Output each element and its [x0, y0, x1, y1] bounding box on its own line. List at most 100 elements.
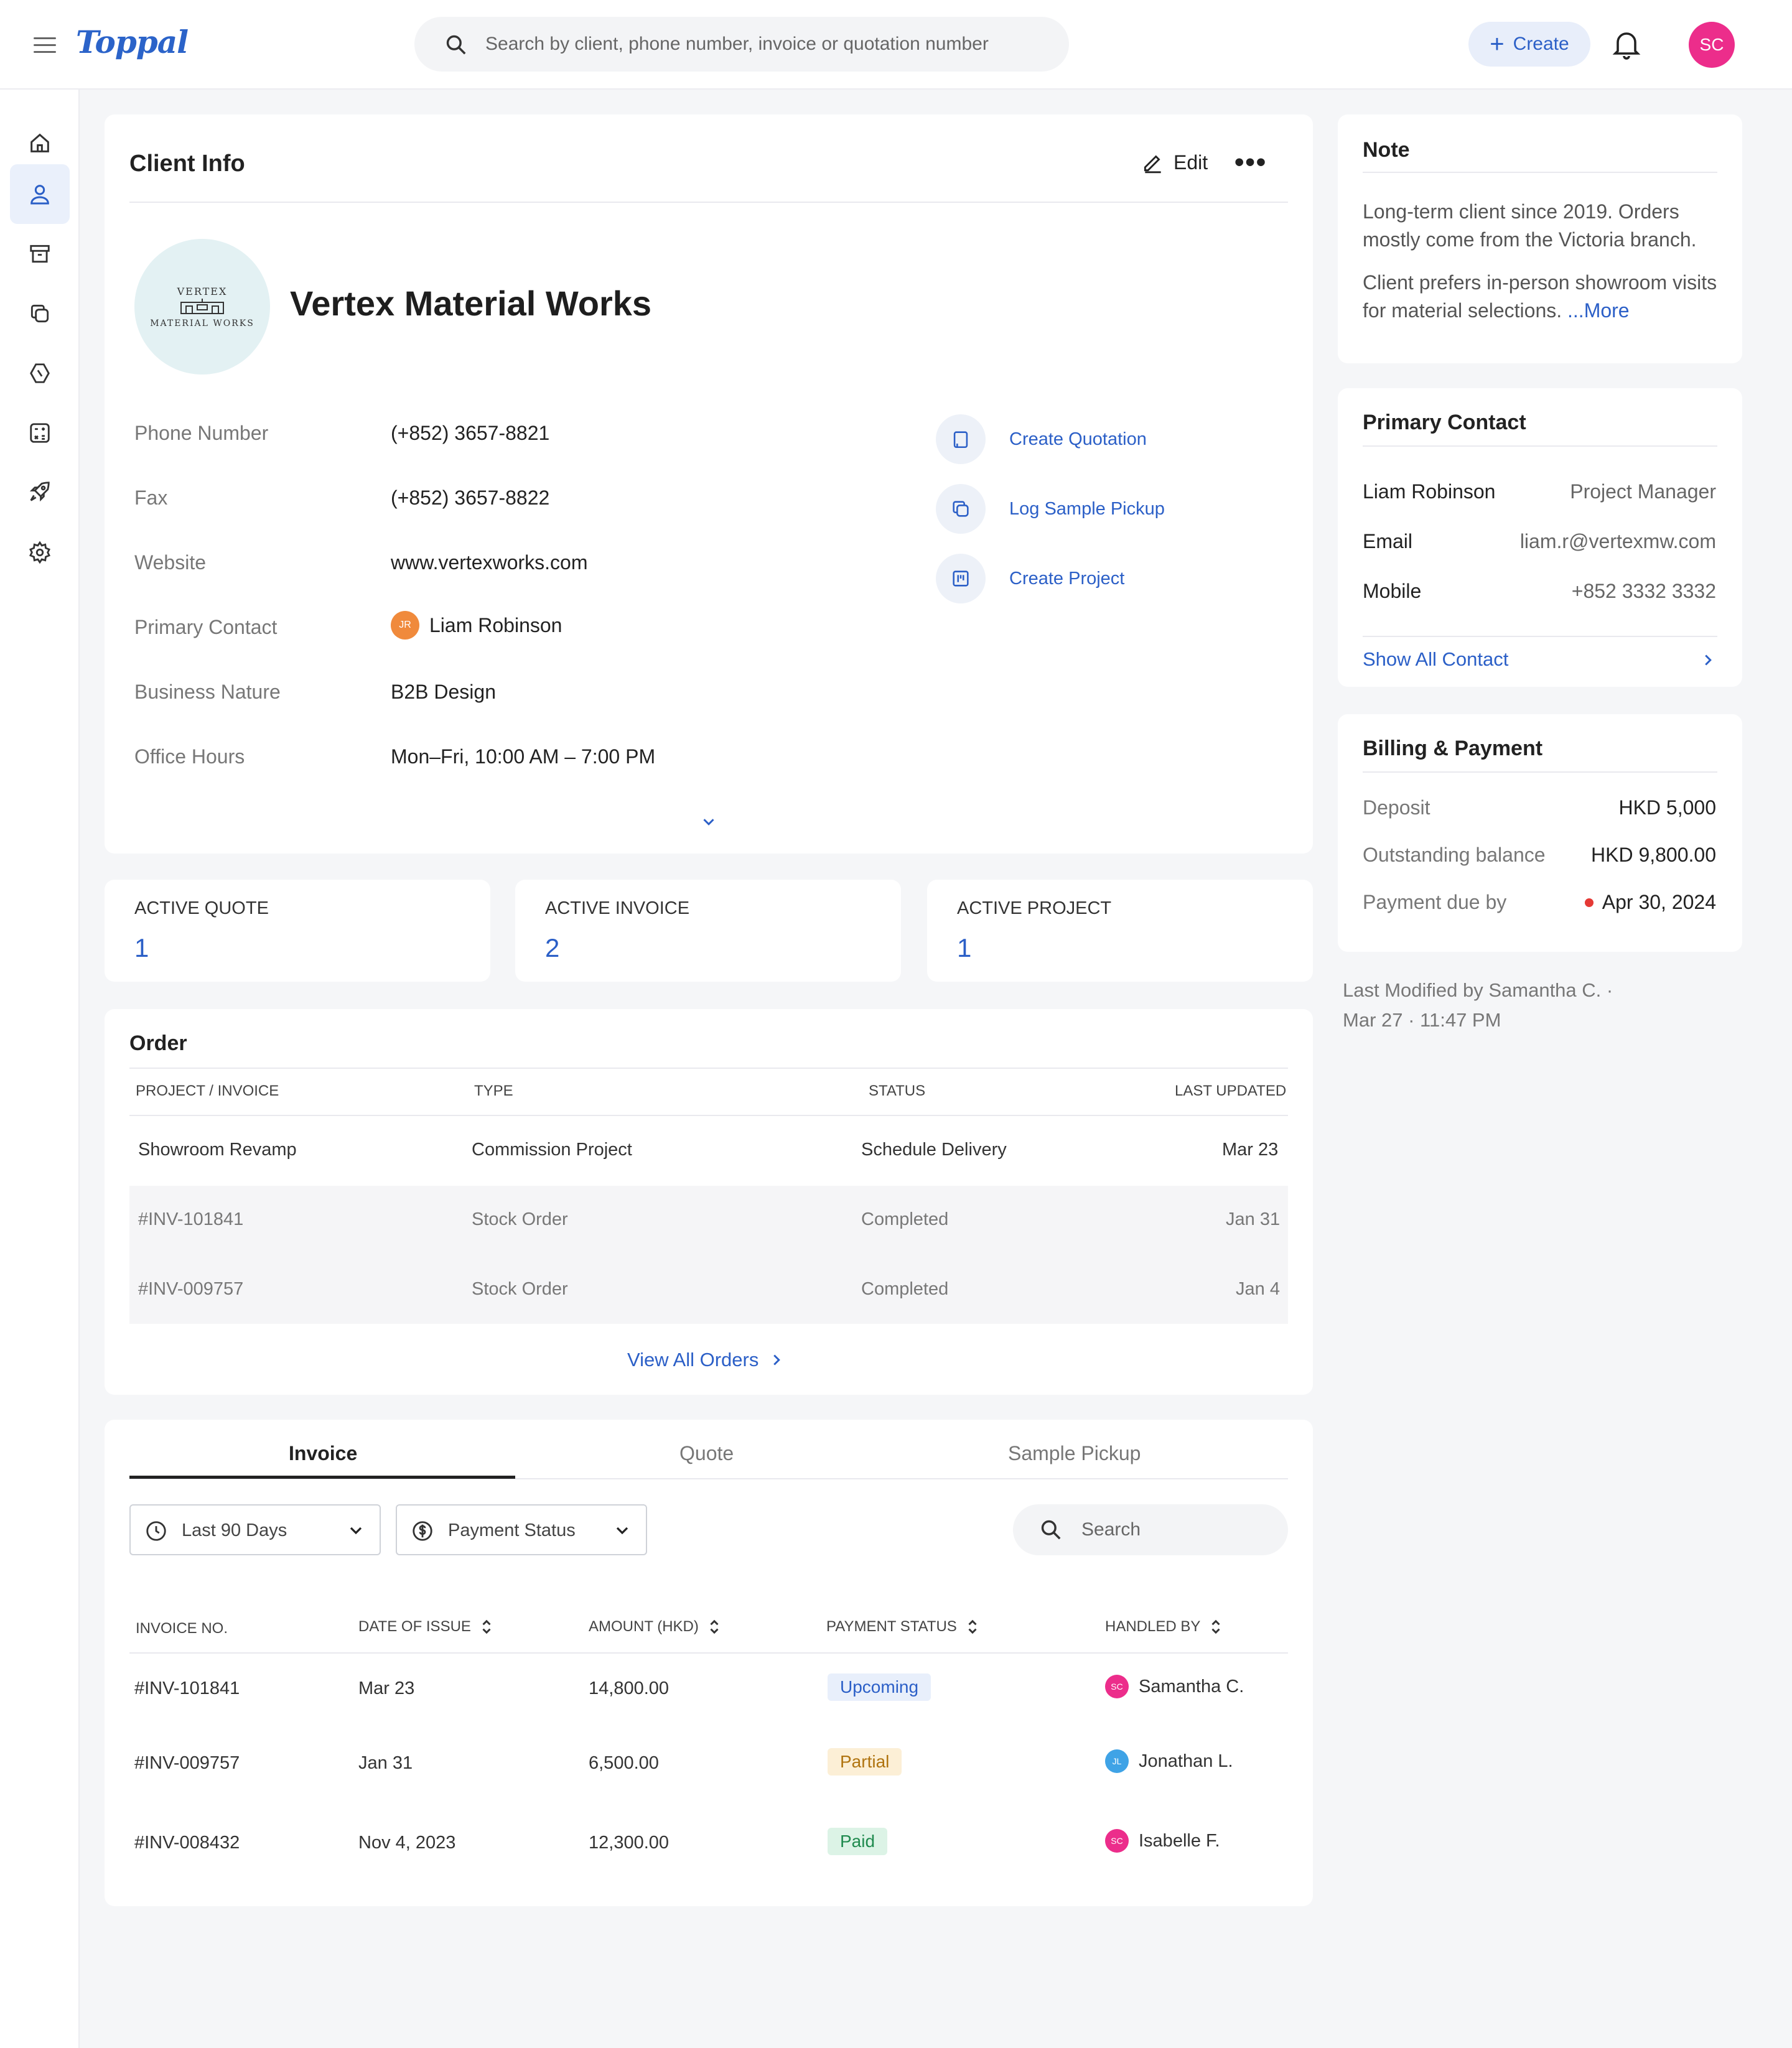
log-sample-pickup-label: Log Sample Pickup: [1009, 498, 1165, 519]
clock-icon: [146, 1521, 166, 1541]
home-icon: [30, 133, 49, 152]
building-icon: [180, 298, 224, 314]
stat-card-invoice[interactable]: [515, 880, 901, 982]
column-header: TYPE: [474, 1082, 513, 1099]
column-header: PAYMENT STATUS: [826, 1618, 957, 1635]
primary-contact-link[interactable]: JR Liam Robinson: [391, 611, 562, 640]
order-cell: Commission Project: [472, 1140, 632, 1160]
website-link[interactable]: www.vertexworks.com: [391, 551, 588, 574]
note-text: Client prefers in-person showroom visits…: [1363, 271, 1717, 322]
contact-role: Project Manager: [1570, 480, 1716, 503]
handler: JL Jonathan L.: [1105, 1749, 1233, 1773]
sidebar-item-launch[interactable]: [10, 462, 70, 521]
create-button[interactable]: + Create: [1468, 22, 1590, 67]
sidebar-item-calculator[interactable]: [10, 403, 70, 463]
payment-status-dropdown[interactable]: Payment Status: [396, 1504, 647, 1555]
field-label: Business Nature: [134, 681, 281, 703]
show-all-contact-link[interactable]: Show All Contact: [1363, 648, 1717, 676]
table-row[interactable]: [129, 1186, 1288, 1254]
divider: [129, 202, 1288, 203]
sort-amount-button[interactable]: AMOUNT (HKD): [589, 1617, 721, 1636]
menu-icon[interactable]: [32, 32, 57, 57]
order-cell: Jan 31: [1226, 1209, 1281, 1229]
invoice-search-input[interactable]: [1081, 1514, 1268, 1545]
avatar: SC: [1105, 1829, 1129, 1853]
note-more-link[interactable]: ...More: [1567, 299, 1630, 322]
sidebar-item-clients[interactable]: [10, 164, 70, 224]
invoice-date: Mar 23: [358, 1678, 415, 1698]
tab-sample-pickup[interactable]: Sample Pickup: [1008, 1442, 1141, 1465]
create-project-button[interactable]: Create Project: [936, 554, 1124, 603]
invoice-search[interactable]: [1013, 1504, 1288, 1555]
invoice-number: #INV-101841: [134, 1678, 240, 1698]
log-sample-pickup-button[interactable]: Log Sample Pickup: [936, 484, 1165, 534]
avatar: SC: [1105, 1675, 1129, 1698]
sidebar-item-tags[interactable]: [10, 343, 70, 403]
sort-date-button[interactable]: DATE OF ISSUE: [358, 1617, 493, 1636]
order-cell: Stock Order: [472, 1209, 568, 1229]
sidebar-item-documents[interactable]: [10, 284, 70, 343]
payment-status-value: Payment Status: [448, 1520, 576, 1540]
business-nature-value: B2B Design: [391, 681, 496, 703]
sort-status-button[interactable]: PAYMENT STATUS: [826, 1617, 979, 1636]
overdue-dot: [1584, 898, 1594, 907]
contact-email[interactable]: liam.r@vertexmw.com: [1520, 530, 1716, 553]
status-badge: Partial: [828, 1748, 902, 1776]
office-hours-value: Mon–Fri, 10:00 AM – 7:00 PM: [391, 745, 656, 768]
contact-mobile: +852 3332 3332: [1571, 580, 1716, 602]
client-name: Vertex Material Works: [290, 284, 652, 323]
create-quotation-label: Create Quotation: [1009, 429, 1147, 449]
table-row[interactable]: [129, 1117, 1288, 1185]
date-range-dropdown[interactable]: Last 90 Days: [129, 1504, 381, 1555]
avatar: JL: [1105, 1749, 1129, 1773]
table-row[interactable]: [129, 1254, 1288, 1323]
active-tab-indicator: [129, 1476, 515, 1479]
date-range-value: Last 90 Days: [182, 1520, 287, 1540]
edit-label: Edit: [1174, 151, 1208, 174]
stat-value: 1: [134, 933, 149, 962]
order-cell: #INV-009757: [138, 1279, 244, 1299]
sidebar-item-settings[interactable]: [10, 523, 70, 582]
stat-value: 2: [545, 933, 560, 962]
contact-avatar: JR: [391, 611, 419, 640]
stat-label: ACTIVE PROJECT: [957, 898, 1112, 918]
handler: SC Samantha C.: [1105, 1675, 1244, 1698]
column-header: PROJECT / INVOICE: [136, 1082, 279, 1099]
global-search-input[interactable]: [485, 28, 1045, 60]
sort-handler-button[interactable]: HANDLED BY: [1105, 1617, 1223, 1636]
tab-invoice[interactable]: Invoice: [289, 1442, 357, 1465]
sort-icon: [968, 1619, 977, 1634]
note-paragraph: Long-term client since 2019. Orders most…: [1363, 200, 1697, 251]
primary-contact-value: Liam Robinson: [429, 613, 562, 636]
field-label: Primary Contact: [134, 616, 278, 638]
mobile-label: Mobile: [1363, 580, 1422, 602]
column-header: DATE OF ISSUE: [358, 1618, 471, 1635]
app-logo[interactable]: Toppal: [76, 24, 189, 60]
tab-quote[interactable]: Quote: [679, 1442, 734, 1465]
rocket-icon: [29, 482, 50, 502]
create-quotation-button[interactable]: Create Quotation: [936, 414, 1147, 464]
user-avatar[interactable]: SC: [1689, 22, 1735, 68]
stat-card-project[interactable]: [927, 880, 1313, 982]
stat-card-quote[interactable]: [105, 880, 490, 982]
bell-icon[interactable]: [1612, 29, 1641, 61]
column-header: INVOICE NO.: [136, 1620, 228, 1637]
edit-button[interactable]: Edit: [1141, 151, 1208, 174]
handler: SC Isabelle F.: [1105, 1829, 1220, 1853]
billing-title: Billing & Payment: [1363, 737, 1543, 760]
sort-icon: [1211, 1619, 1220, 1634]
global-search[interactable]: [414, 17, 1069, 72]
order-cell: Mar 23: [1222, 1140, 1279, 1160]
invoice-amount: 6,500.00: [589, 1753, 659, 1773]
create-project-label: Create Project: [1009, 568, 1125, 589]
invoice-number: #INV-008432: [134, 1833, 240, 1853]
more-options-icon[interactable]: •••: [1234, 147, 1267, 178]
order-cell: Completed: [861, 1209, 949, 1229]
chevron-down-icon[interactable]: [699, 812, 718, 831]
create-button-label: Create: [1513, 34, 1569, 54]
sidebar-item-archive[interactable]: [10, 224, 70, 284]
order-cell: Stock Order: [472, 1279, 568, 1299]
fax-value: (+852) 3657-8822: [391, 486, 550, 509]
view-all-orders-link[interactable]: View All Orders: [627, 1349, 786, 1371]
sort-icon: [482, 1619, 491, 1634]
